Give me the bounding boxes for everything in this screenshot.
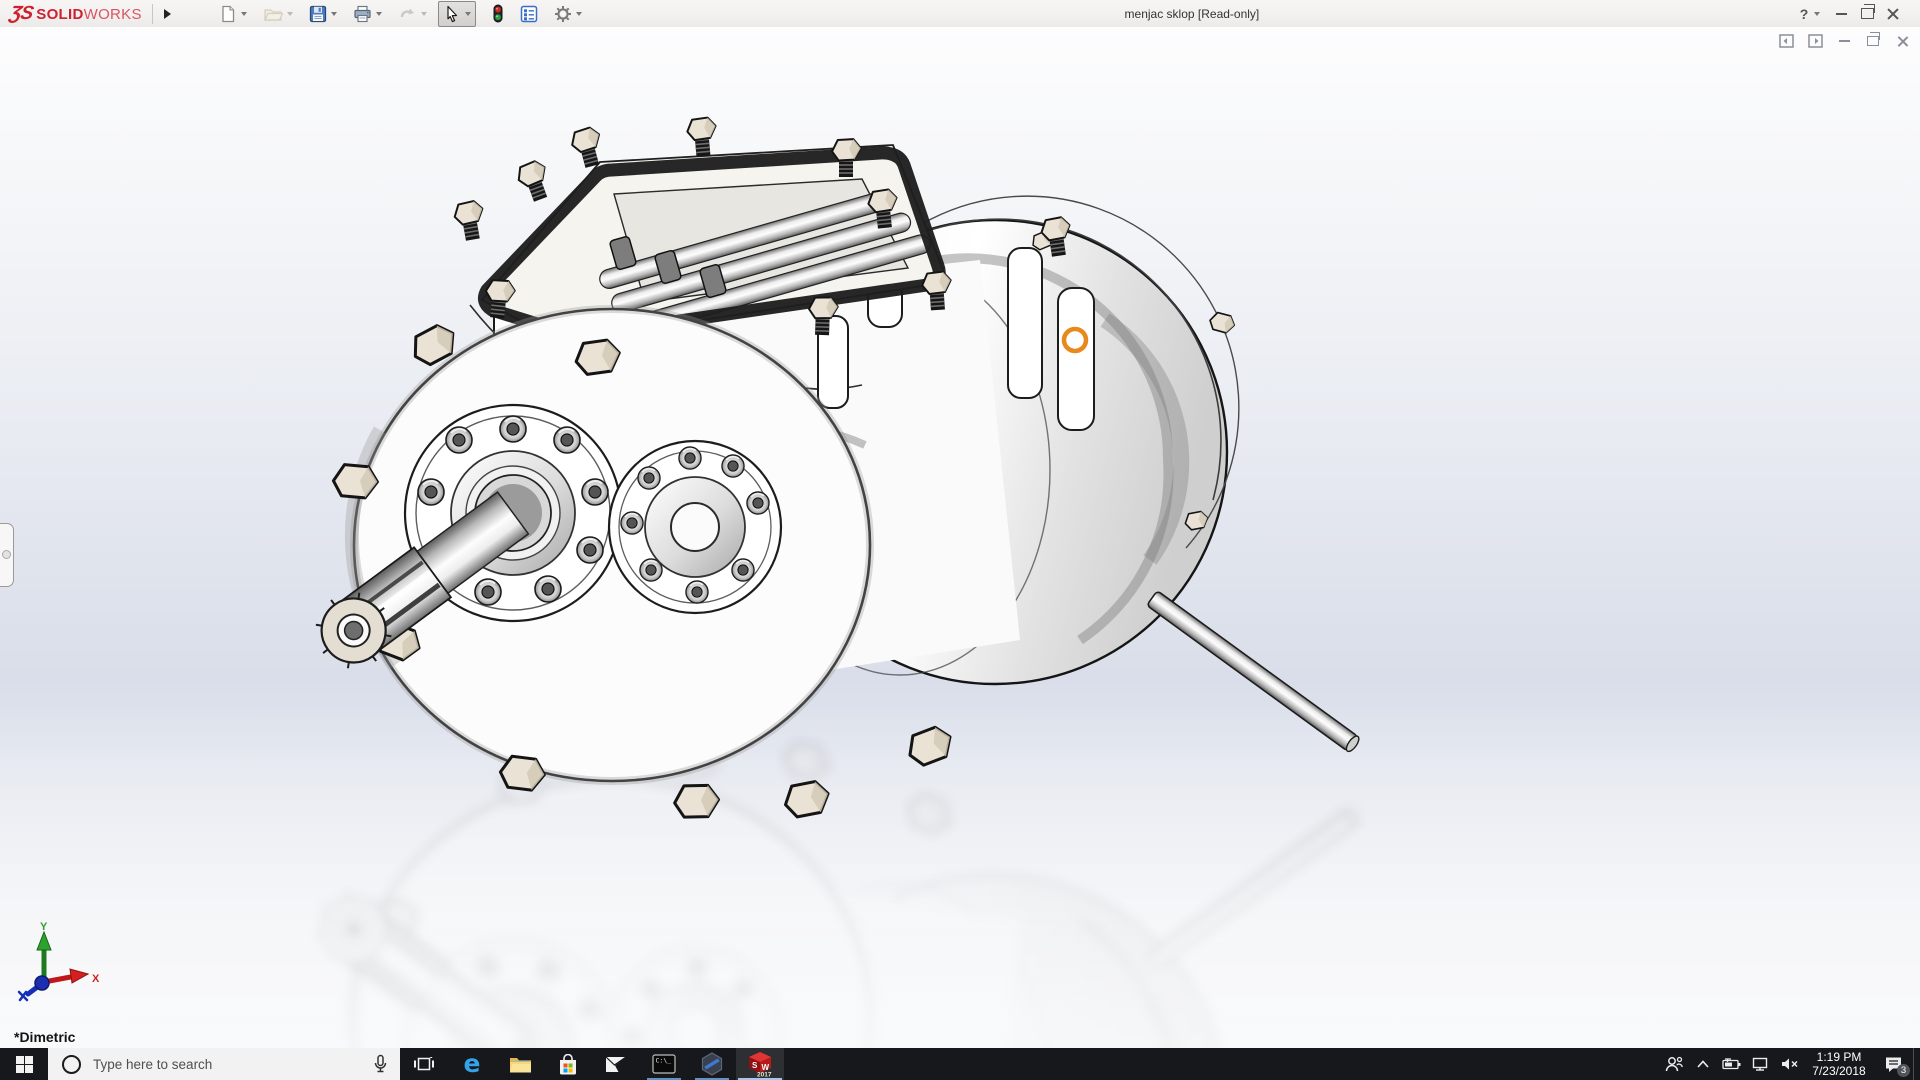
cortana-icon xyxy=(62,1055,81,1074)
system-tray: 1:19 PM 7/23/2018 3 xyxy=(1659,1048,1920,1080)
cmd-label: C:\_ xyxy=(656,1057,672,1065)
battery-charging-icon xyxy=(1722,1058,1741,1070)
featuremanager-collapsed-tab[interactable] xyxy=(0,523,14,587)
show-left-pane-button[interactable] xyxy=(1776,32,1796,50)
ethernet-icon xyxy=(1752,1057,1769,1071)
command-prompt-icon: C:\_ xyxy=(652,1054,676,1074)
notification-badge: 3 xyxy=(1897,1064,1910,1077)
clock-time: 1:19 PM xyxy=(1817,1050,1862,1064)
floor-reflection xyxy=(0,700,1920,1080)
file-explorer-icon xyxy=(509,1055,532,1074)
taskbar-app-solidworks[interactable]: S W 2017 xyxy=(736,1048,784,1080)
people-icon xyxy=(1665,1056,1683,1072)
taskbar: e xyxy=(0,1048,1920,1080)
edge-icon: e xyxy=(464,1052,481,1076)
tab-dot-icon xyxy=(2,550,11,559)
triad-y-label: Y xyxy=(40,921,48,933)
triad-x-label: X xyxy=(92,973,100,985)
doc-minimize-button[interactable] xyxy=(1834,32,1854,50)
pane-right-icon xyxy=(1808,34,1823,48)
view-orientation-label: *Dimetric xyxy=(14,1029,75,1045)
gearbox-model-3d[interactable] xyxy=(0,0,1920,1080)
close-icon xyxy=(1897,36,1908,47)
microphone-icon[interactable] xyxy=(373,1054,388,1074)
pane-left-icon xyxy=(1779,34,1794,48)
tray-overflow-button[interactable] xyxy=(1689,1048,1717,1080)
doc-restore-button[interactable] xyxy=(1863,32,1883,50)
people-button[interactable] xyxy=(1659,1048,1689,1080)
action-center-button[interactable]: 3 xyxy=(1873,1048,1913,1080)
volume-button[interactable] xyxy=(1775,1048,1805,1080)
reference-triad: Y X xyxy=(6,920,106,1010)
taskbar-app-command-prompt[interactable]: C:\_ xyxy=(640,1048,688,1080)
task-view-icon xyxy=(414,1056,434,1072)
store-icon xyxy=(558,1054,578,1075)
taskbar-app-hexagon[interactable] xyxy=(688,1048,736,1080)
taskbar-app-store[interactable] xyxy=(544,1048,592,1080)
doc-close-button[interactable] xyxy=(1892,32,1912,50)
document-window-controls xyxy=(1776,32,1912,50)
taskbar-app-mail[interactable] xyxy=(592,1048,640,1080)
show-desktop-button[interactable] xyxy=(1913,1048,1920,1080)
taskbar-clock[interactable]: 1:19 PM 7/23/2018 xyxy=(1805,1048,1873,1080)
graphics-viewport[interactable]: Y X *Dimetric xyxy=(0,27,1920,1048)
task-view-button[interactable] xyxy=(400,1048,448,1080)
restore-icon xyxy=(1867,36,1879,46)
start-button[interactable] xyxy=(0,1048,48,1080)
windows-logo-icon xyxy=(16,1056,33,1073)
hexagon-app-icon xyxy=(701,1052,723,1076)
taskbar-search[interactable] xyxy=(48,1048,400,1080)
chevron-up-icon xyxy=(1697,1060,1709,1068)
minimize-icon xyxy=(1839,40,1850,42)
volume-muted-icon xyxy=(1781,1057,1799,1071)
sw-s: S xyxy=(752,1061,758,1070)
solidworks-2017-icon: S W 2017 xyxy=(747,1051,773,1077)
taskbar-app-file-explorer[interactable] xyxy=(496,1048,544,1080)
network-button[interactable] xyxy=(1745,1048,1775,1080)
mail-icon xyxy=(605,1056,627,1073)
battery-button[interactable] xyxy=(1717,1048,1745,1080)
search-input[interactable] xyxy=(91,1056,361,1073)
show-right-pane-button[interactable] xyxy=(1805,32,1825,50)
screen: ƷS SOLIDWORKS xyxy=(0,0,1920,1080)
sw-year: 2017 xyxy=(757,1072,772,1078)
clock-date: 7/23/2018 xyxy=(1812,1064,1865,1078)
taskbar-app-edge[interactable]: e xyxy=(448,1048,496,1080)
